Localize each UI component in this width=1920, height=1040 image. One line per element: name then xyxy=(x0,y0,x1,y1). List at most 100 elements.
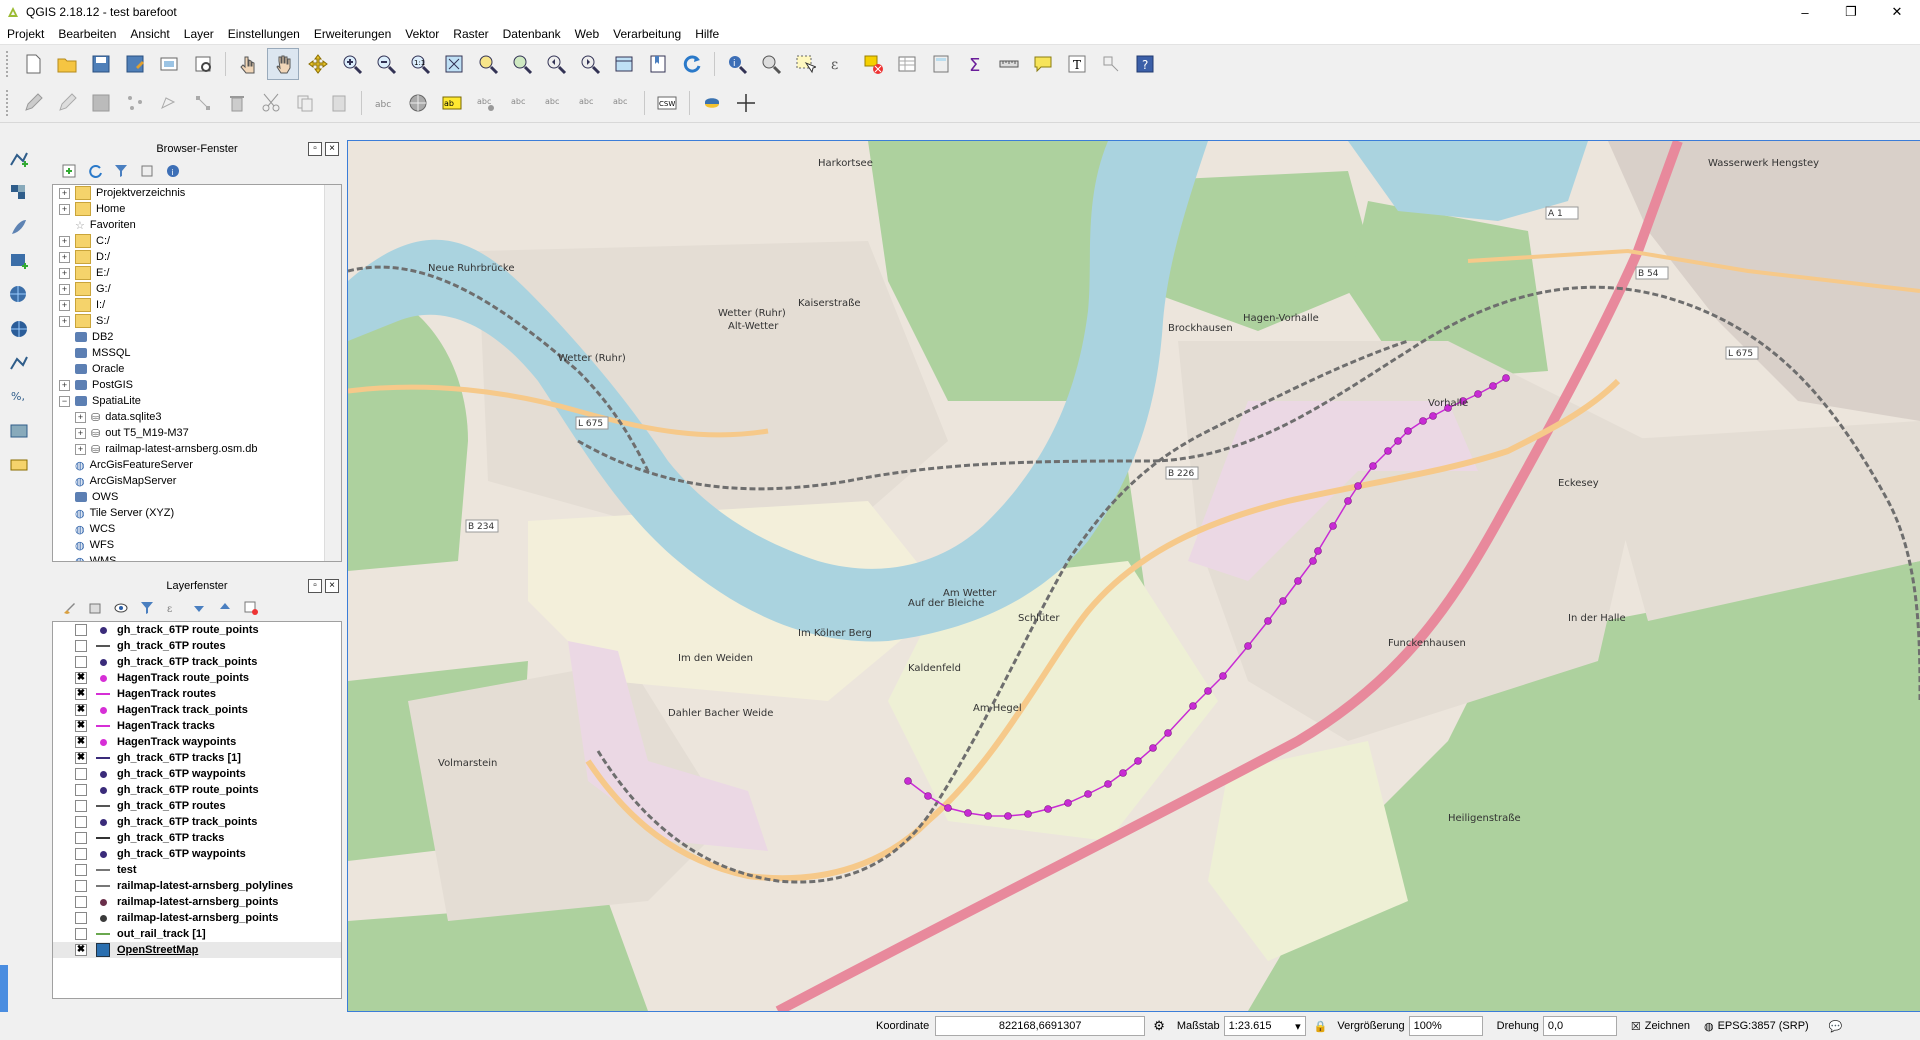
filter-legend-button[interactable] xyxy=(135,596,159,620)
filter-expression-button[interactable]: ε xyxy=(161,596,185,620)
add-delimited-text-button[interactable]: %, xyxy=(4,382,34,412)
close-panel-button[interactable]: × xyxy=(325,142,339,156)
layer-item[interactable]: ✖ HagenTrack track_points xyxy=(53,702,341,718)
menu-layer[interactable]: Layer xyxy=(177,27,221,41)
layer-visibility-checkbox[interactable] xyxy=(75,864,87,876)
layer-visibility-checkbox[interactable]: ✖ xyxy=(75,944,87,956)
print-composer-button[interactable] xyxy=(154,49,184,79)
browser-item[interactable]: + ⛁ data.sqlite3 xyxy=(53,409,341,425)
delete-selected-button[interactable] xyxy=(222,88,252,118)
change-label-button[interactable]: abc xyxy=(607,88,637,118)
text-annotation-button[interactable]: T xyxy=(1062,49,1092,79)
layer-visibility-checkbox[interactable] xyxy=(75,880,87,892)
zoom-native-button[interactable]: 1:1 xyxy=(405,49,435,79)
deselect-button[interactable] xyxy=(858,49,888,79)
show-hide-labels-button[interactable]: abc xyxy=(505,88,535,118)
menu-hilfe[interactable]: Hilfe xyxy=(688,27,726,41)
layer-visibility-checkbox[interactable] xyxy=(75,640,87,652)
browser-item[interactable]: + ⛁ railmap-latest-arnsberg.osm.db xyxy=(53,441,341,457)
browser-item[interactable]: DB2 xyxy=(53,329,341,345)
layer-item[interactable]: out_rail_track [1] xyxy=(53,926,341,942)
style-manager-button[interactable] xyxy=(403,88,433,118)
close-panel-button[interactable]: × xyxy=(325,579,339,593)
layer-item[interactable]: railmap-latest-arnsberg_points xyxy=(53,910,341,926)
node-tool-button[interactable] xyxy=(188,88,218,118)
float-panel-button[interactable]: ▫ xyxy=(308,142,322,156)
toolbar-grip[interactable] xyxy=(6,90,12,116)
crs-label[interactable]: EPSG:3857 (SRP) xyxy=(1718,1020,1809,1032)
coordinate-toggle-icon[interactable]: ⚙ xyxy=(1153,1018,1165,1034)
layer-item[interactable]: ✖ OpenStreetMap xyxy=(53,942,341,958)
rotate-label-button[interactable]: abc xyxy=(573,88,603,118)
expand-toggle-icon[interactable]: + xyxy=(59,315,70,327)
collapse-all-layers-button[interactable] xyxy=(213,596,237,620)
coordinate-field[interactable]: 822168,6691307 xyxy=(935,1016,1146,1036)
zoom-next-button[interactable] xyxy=(575,49,605,79)
new-project-button[interactable] xyxy=(18,49,48,79)
browser-item[interactable]: ◍ Tile Server (XYZ) xyxy=(53,505,341,521)
properties-button[interactable]: i xyxy=(161,159,185,183)
bookmarks-button[interactable] xyxy=(643,49,673,79)
cut-features-button[interactable] xyxy=(256,88,286,118)
browser-item[interactable]: + E:/ xyxy=(53,265,341,281)
menu-projekt[interactable]: Projekt xyxy=(0,27,51,41)
new-map-view-button[interactable] xyxy=(609,49,639,79)
composer-manager-button[interactable] xyxy=(188,49,218,79)
layer-visibility-checkbox[interactable] xyxy=(75,848,87,860)
browser-item[interactable]: + PostGIS xyxy=(53,377,341,393)
browser-item[interactable]: ◍ ArcGisFeatureServer xyxy=(53,457,341,473)
expand-toggle-icon[interactable]: + xyxy=(59,235,70,247)
minimize-button[interactable]: – xyxy=(1782,0,1828,24)
layer-visibility-checkbox[interactable] xyxy=(75,624,87,636)
add-group-button[interactable] xyxy=(83,596,107,620)
move-label-button[interactable]: abc xyxy=(539,88,569,118)
refresh-button[interactable] xyxy=(677,49,707,79)
menu-web[interactable]: Web xyxy=(568,27,606,41)
select-by-expression-button[interactable]: ε xyxy=(824,49,854,79)
browser-item[interactable]: ◍ WCS xyxy=(53,521,341,537)
layer-visibility-checkbox[interactable] xyxy=(75,816,87,828)
layer-item[interactable]: ✖ HagenTrack route_points xyxy=(53,670,341,686)
statistics-button[interactable]: Σ xyxy=(960,49,990,79)
render-checkbox[interactable]: ☒ xyxy=(1631,1020,1641,1033)
zoom-full-button[interactable] xyxy=(439,49,469,79)
add-virtual-layer-button[interactable] xyxy=(4,416,34,446)
expand-toggle-icon[interactable]: + xyxy=(75,443,86,455)
highlight-labels-button[interactable]: ab xyxy=(437,88,467,118)
expand-toggle-icon[interactable]: + xyxy=(59,251,70,263)
zoom-out-button[interactable] xyxy=(371,49,401,79)
add-wms-button[interactable] xyxy=(4,280,34,310)
browser-item[interactable]: Oracle xyxy=(53,361,341,377)
layer-visibility-checkbox[interactable] xyxy=(75,784,87,796)
browser-item[interactable]: + ⛁ out T5_M19-M37 xyxy=(53,425,341,441)
add-wcs-button[interactable] xyxy=(4,314,34,344)
close-button[interactable]: ✕ xyxy=(1874,0,1920,24)
float-panel-button[interactable]: ▫ xyxy=(308,579,322,593)
browser-item[interactable]: OWS xyxy=(53,489,341,505)
attribute-table-button[interactable] xyxy=(892,49,922,79)
browser-item[interactable]: + I:/ xyxy=(53,297,341,313)
add-vector-layer-button[interactable] xyxy=(4,144,34,174)
layer-item[interactable]: gh_track_6TP waypoints xyxy=(53,766,341,782)
save-layer-edits-button[interactable] xyxy=(86,88,116,118)
browser-item[interactable]: − SpatiaLite xyxy=(53,393,341,409)
browser-item[interactable]: + Projektverzeichnis xyxy=(53,185,341,201)
messages-icon[interactable]: 💬 xyxy=(1829,1020,1843,1033)
touch-zoom-button[interactable] xyxy=(233,49,263,79)
crs-globe-icon[interactable]: ◍ xyxy=(1704,1020,1714,1033)
manage-themes-button[interactable] xyxy=(109,596,133,620)
menu-ansicht[interactable]: Ansicht xyxy=(123,27,176,41)
layer-item[interactable]: ✖ HagenTrack waypoints xyxy=(53,734,341,750)
layer-visibility-checkbox[interactable]: ✖ xyxy=(75,672,87,684)
toggle-editing-button[interactable] xyxy=(52,88,82,118)
identify-button[interactable]: i xyxy=(722,49,752,79)
menu-raster[interactable]: Raster xyxy=(446,27,495,41)
select-features-button[interactable] xyxy=(790,49,820,79)
rotation-spinbox[interactable]: 0,0 xyxy=(1542,1016,1617,1036)
layer-visibility-checkbox[interactable]: ✖ xyxy=(75,720,87,732)
layer-visibility-checkbox[interactable] xyxy=(75,800,87,812)
expand-toggle-icon[interactable]: + xyxy=(59,299,70,311)
browser-item[interactable]: + C:/ xyxy=(53,233,341,249)
coordinate-capture-button[interactable] xyxy=(731,88,761,118)
expand-toggle-icon[interactable]: + xyxy=(59,267,70,279)
